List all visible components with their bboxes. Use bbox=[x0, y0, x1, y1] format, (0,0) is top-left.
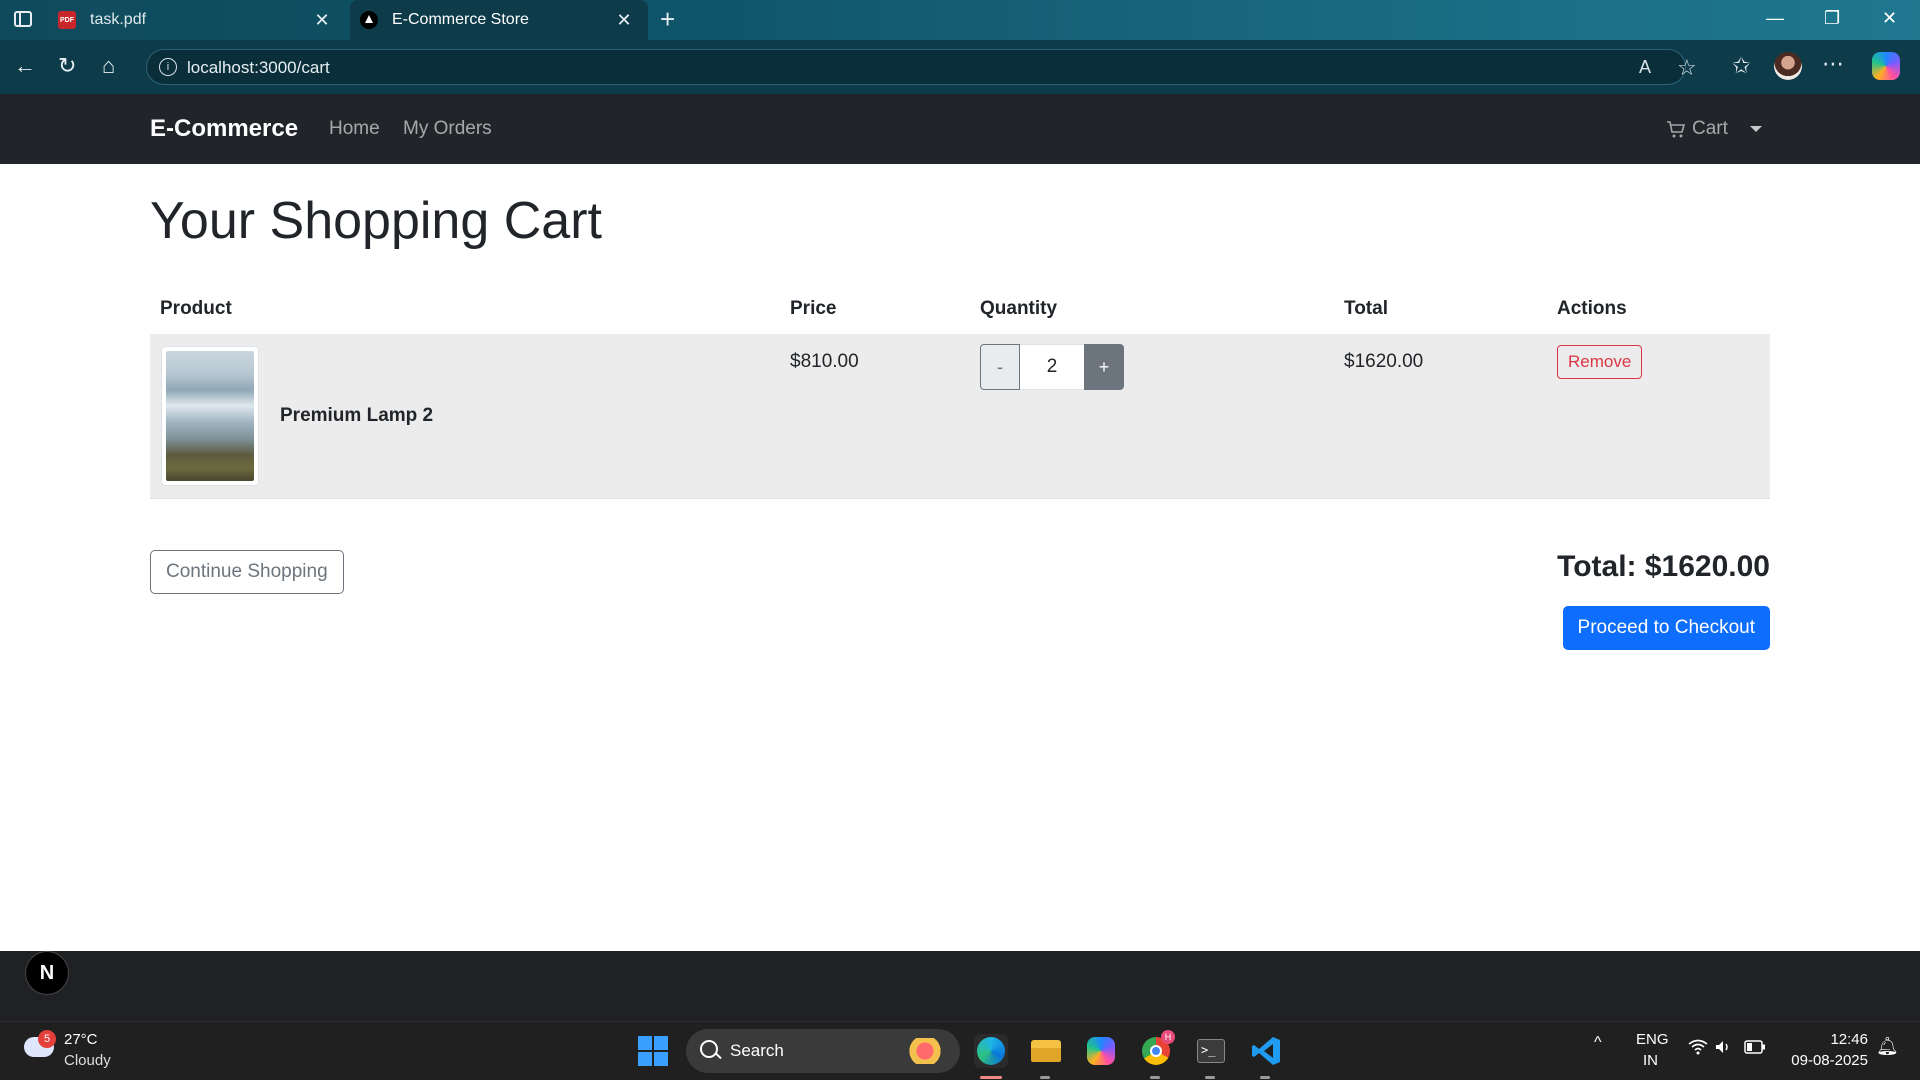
page-title: Your Shopping Cart bbox=[150, 192, 602, 250]
tab-ecommerce-store[interactable]: E-Commerce Store ✕ bbox=[350, 0, 648, 40]
chrome-running-indicator bbox=[1150, 1076, 1160, 1079]
site-navbar: E-Commerce Home My Orders Cart bbox=[0, 94, 1920, 164]
windows-taskbar: 5 27°C Cloudy Search H >_ ^ ENG IN 12:46… bbox=[0, 1021, 1920, 1080]
home-icon[interactable]: ⌂ bbox=[102, 54, 115, 78]
address-bar-row: ← ↻ ⌂ i localhost:3000/cart A ☆ ✩ ⋯ bbox=[0, 40, 1920, 94]
proceed-to-checkout-button[interactable]: Proceed to Checkout bbox=[1562, 606, 1770, 650]
terminal-running-indicator bbox=[1205, 1076, 1215, 1079]
chevron-down-icon bbox=[1749, 126, 1762, 132]
product-price: $810.00 bbox=[790, 351, 859, 372]
tab-title: E-Commerce Store bbox=[392, 11, 529, 28]
windows-start-icon[interactable] bbox=[638, 1036, 668, 1066]
search-icon bbox=[700, 1040, 718, 1058]
vscode-running-indicator bbox=[1260, 1076, 1270, 1079]
header-total: Total bbox=[1344, 298, 1388, 319]
restore-icon[interactable]: ❐ bbox=[1824, 8, 1840, 29]
product-image bbox=[166, 351, 254, 481]
vscode-glyph bbox=[1252, 1037, 1280, 1065]
browser-tab-bar: PDF task.pdf ✕ E-Commerce Store ✕ + — ❐ … bbox=[0, 0, 1920, 40]
table-row: Premium Lamp 2 $810.00 - 2 + $1620.00 Re… bbox=[150, 334, 1770, 499]
dev-overlay-strip bbox=[0, 951, 1920, 1021]
back-icon[interactable]: ← bbox=[14, 54, 36, 78]
avatar[interactable] bbox=[1774, 52, 1802, 80]
language-top[interactable]: ENG bbox=[1636, 1031, 1669, 1048]
weather-desc[interactable]: Cloudy bbox=[64, 1052, 111, 1069]
search-label: Search bbox=[730, 1041, 784, 1060]
product-thumbnail bbox=[161, 346, 259, 486]
decrease-quantity-button[interactable]: - bbox=[980, 344, 1020, 390]
header-product: Product bbox=[160, 298, 232, 319]
terminal-icon[interactable]: >_ bbox=[1194, 1034, 1228, 1068]
favorite-star-icon[interactable]: ☆ bbox=[1677, 55, 1697, 81]
notification-bell-icon[interactable]: 🔔︎ bbox=[1876, 1036, 1899, 1057]
cart-grand-total: Total: $1620.00 bbox=[1557, 550, 1770, 583]
url-text[interactable]: localhost:3000/cart bbox=[187, 58, 330, 78]
header-actions: Actions bbox=[1557, 298, 1627, 319]
product-name: Premium Lamp 2 bbox=[280, 405, 434, 426]
read-aloud-icon[interactable]: A bbox=[1639, 57, 1651, 78]
copilot-icon[interactable] bbox=[1872, 52, 1900, 80]
cart-dropdown[interactable]: Cart bbox=[1666, 118, 1762, 140]
tab-actions-icon[interactable] bbox=[14, 11, 32, 27]
table-header: Product Price Quantity Total Actions bbox=[150, 284, 1770, 335]
file-explorer-icon[interactable] bbox=[1029, 1034, 1063, 1068]
edge-running-indicator bbox=[980, 1076, 1002, 1079]
volume-icon[interactable] bbox=[1714, 1038, 1732, 1060]
close-icon[interactable]: ✕ bbox=[308, 10, 336, 31]
weather-badge: 5 bbox=[38, 1030, 56, 1048]
chevron-up-icon[interactable]: ^ bbox=[1594, 1034, 1602, 1052]
chrome-icon[interactable]: H bbox=[1139, 1030, 1175, 1068]
copilot-app-icon[interactable] bbox=[1084, 1034, 1118, 1068]
window-close-icon[interactable]: ✕ bbox=[1882, 8, 1897, 29]
clock-time: 12:46 bbox=[1830, 1031, 1868, 1048]
search-highlight-icon bbox=[900, 1038, 950, 1064]
continue-shopping-button[interactable]: Continue Shopping bbox=[150, 550, 344, 594]
brand-link[interactable]: E-Commerce bbox=[150, 115, 298, 143]
language-bottom[interactable]: IN bbox=[1643, 1052, 1658, 1069]
info-icon[interactable]: i bbox=[159, 58, 177, 76]
nextjs-dev-indicator[interactable]: N bbox=[26, 952, 68, 994]
pdf-icon: PDF bbox=[58, 11, 76, 29]
tab-title: task.pdf bbox=[90, 11, 147, 28]
battery-icon[interactable] bbox=[1744, 1040, 1766, 1058]
quantity-field[interactable]: 2 bbox=[1020, 344, 1084, 390]
close-icon[interactable]: ✕ bbox=[610, 10, 638, 31]
nextjs-icon bbox=[360, 11, 378, 29]
header-quantity: Quantity bbox=[980, 298, 1058, 319]
taskbar-clock[interactable]: 12:46 09-08-2025 bbox=[1788, 1031, 1868, 1069]
explorer-running-indicator bbox=[1040, 1076, 1050, 1079]
edge-icon[interactable] bbox=[974, 1034, 1008, 1068]
url-field[interactable]: i localhost:3000/cart A ☆ bbox=[146, 49, 1697, 85]
increase-quantity-button[interactable]: + bbox=[1084, 344, 1124, 390]
header-price: Price bbox=[790, 298, 837, 319]
favorites-icon[interactable]: ✩ bbox=[1732, 54, 1750, 78]
weather-temp[interactable]: 27°C bbox=[64, 1031, 98, 1048]
nav-my-orders[interactable]: My Orders bbox=[403, 118, 492, 140]
cart-icon bbox=[1667, 121, 1686, 138]
wifi-icon[interactable] bbox=[1688, 1039, 1708, 1059]
quantity-stepper: - 2 + bbox=[980, 344, 1124, 390]
clock-date: 09-08-2025 bbox=[1791, 1052, 1868, 1069]
remove-button[interactable]: Remove bbox=[1557, 345, 1643, 379]
nav-home[interactable]: Home bbox=[329, 118, 380, 140]
new-tab-icon[interactable]: + bbox=[660, 6, 675, 32]
tab-task-pdf[interactable]: PDF task.pdf ✕ bbox=[46, 0, 346, 40]
taskbar-search[interactable]: Search bbox=[686, 1029, 960, 1073]
more-options-icon[interactable]: ⋯ bbox=[1822, 52, 1844, 76]
minimize-icon[interactable]: — bbox=[1766, 8, 1784, 29]
refresh-icon[interactable]: ↻ bbox=[58, 54, 76, 78]
vscode-icon[interactable] bbox=[1249, 1034, 1283, 1068]
line-total: $1620.00 bbox=[1344, 351, 1424, 372]
cart-label: Cart bbox=[1692, 118, 1728, 139]
